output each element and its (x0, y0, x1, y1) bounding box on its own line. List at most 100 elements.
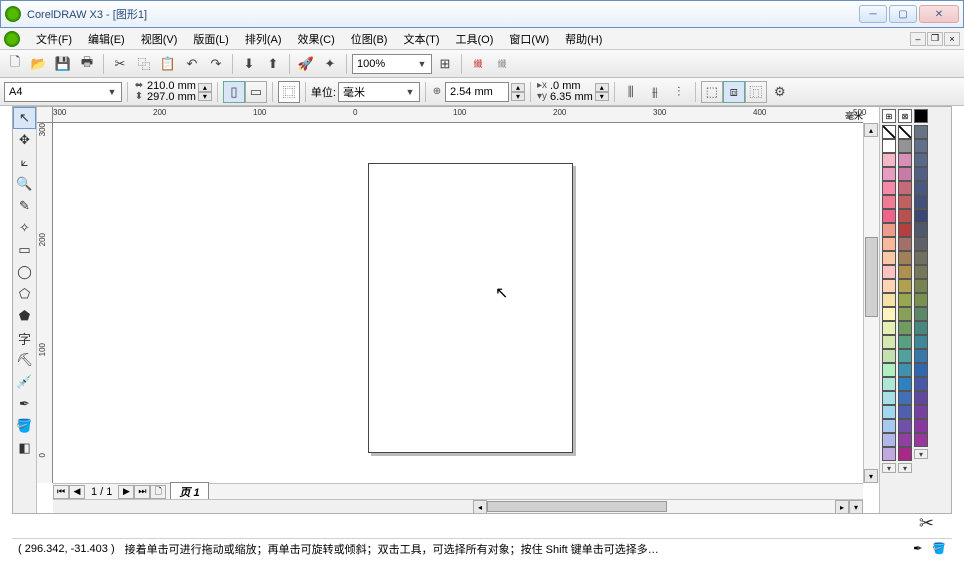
color-swatch[interactable] (898, 293, 912, 307)
color-swatch[interactable] (914, 391, 928, 405)
dup-x[interactable]: .0 mm (550, 81, 581, 91)
color-swatch[interactable] (882, 363, 896, 377)
palette-header-icon[interactable]: ⊠ (898, 109, 912, 123)
vertical-scrollbar[interactable]: ▴ ▾ (863, 123, 879, 483)
color-swatch[interactable] (898, 349, 912, 363)
color-swatch[interactable] (914, 307, 928, 321)
height-spinner-up[interactable]: ▴ (198, 83, 212, 92)
color-swatch[interactable] (882, 153, 896, 167)
fill-indicator-icon[interactable]: 🪣 (932, 542, 946, 555)
rectangle-tool[interactable]: ▭ (13, 239, 36, 261)
color-swatch[interactable] (898, 419, 912, 433)
basic-shapes-tool[interactable]: ⬟ (13, 305, 36, 327)
color-swatch[interactable] (882, 195, 896, 209)
eyedropper-tool[interactable]: 💉 (13, 371, 36, 393)
portrait-button[interactable]: ▯ (223, 81, 245, 103)
color-swatch[interactable] (898, 363, 912, 377)
color-swatch[interactable] (898, 181, 912, 195)
color-swatch[interactable] (898, 335, 912, 349)
color-swatch[interactable] (898, 223, 912, 237)
color-swatch[interactable] (914, 405, 928, 419)
color-swatch[interactable] (914, 237, 928, 251)
maximize-button[interactable]: ▢ (889, 5, 917, 23)
color-swatch[interactable] (882, 223, 896, 237)
page-width[interactable]: 210.0 mm (147, 81, 196, 91)
hscroll-prop[interactable]: ▾ (849, 500, 863, 513)
color-swatch[interactable] (882, 279, 896, 293)
color-swatch[interactable] (914, 279, 928, 293)
color-swatch[interactable] (882, 391, 896, 405)
dup-spinner-up[interactable]: ▴ (595, 83, 609, 92)
menu-tools[interactable]: 工具(O) (448, 28, 502, 50)
fill-tool[interactable]: 🪣 (13, 415, 36, 437)
horizontal-ruler[interactable]: 毫米 3002001000100200300400500 (53, 107, 863, 123)
color-swatch[interactable] (914, 209, 928, 223)
color-swatch[interactable] (898, 153, 912, 167)
hscroll-thumb[interactable] (487, 501, 667, 512)
hscroll-left[interactable]: ◂ (473, 500, 487, 513)
unit-combo[interactable]: 毫米 ▼ (338, 82, 420, 102)
color-swatch[interactable] (914, 293, 928, 307)
color-swatch[interactable] (882, 447, 896, 461)
crop-tool[interactable]: ⟀ (13, 151, 36, 173)
menu-window[interactable]: 窗口(W) (501, 28, 557, 50)
page-last[interactable]: ⏭ (134, 485, 150, 499)
pages-button[interactable]: ⿴ (278, 81, 300, 103)
interactive-fill-tool[interactable]: ◧ (13, 437, 36, 459)
doc-restore-button[interactable]: ❐ (927, 32, 943, 46)
color-swatch[interactable] (914, 349, 928, 363)
snap-button[interactable]: ⊞ (434, 53, 456, 75)
color-swatch[interactable] (882, 433, 896, 447)
vscroll-down[interactable]: ▾ (864, 469, 878, 483)
menu-effects[interactable]: 效果(C) (290, 28, 343, 50)
color-swatch[interactable] (898, 195, 912, 209)
color-swatch[interactable] (882, 307, 896, 321)
page-first[interactable]: ⏮ (53, 485, 69, 499)
menu-arrange[interactable]: 排列(A) (237, 28, 290, 50)
smart-tool[interactable]: ✧ (13, 217, 36, 239)
color-swatch[interactable] (882, 335, 896, 349)
treat-button-3[interactable]: ⿵ (745, 81, 767, 103)
new-button[interactable]: 🗋 (4, 53, 26, 75)
color-swatch[interactable] (898, 377, 912, 391)
color-swatch[interactable] (882, 293, 896, 307)
menu-layout[interactable]: 版面(L) (185, 28, 236, 50)
color-swatch[interactable] (898, 265, 912, 279)
color-swatch[interactable] (914, 125, 928, 139)
pick-tool[interactable]: ↖ (13, 107, 36, 129)
doc-close-button[interactable]: × (944, 32, 960, 46)
menu-bitmap[interactable]: 位图(B) (343, 28, 396, 50)
menu-file[interactable]: 文件(F) (28, 28, 80, 50)
color-swatch[interactable] (898, 237, 912, 251)
align-button-3[interactable]: ⫶ (668, 81, 690, 103)
ruler-corner[interactable] (37, 107, 53, 123)
canvas[interactable]: ↖ (53, 123, 863, 483)
no-color-swatch[interactable] (898, 125, 912, 139)
outline-tool[interactable]: ✒ (13, 393, 36, 415)
menu-text[interactable]: 文本(T) (395, 28, 447, 50)
app-icon[interactable] (4, 31, 20, 47)
export-button[interactable]: ⬆ (262, 53, 284, 75)
color-swatch[interactable] (898, 321, 912, 335)
color-swatch[interactable] (898, 167, 912, 181)
options-button[interactable]: ⚙ (769, 81, 791, 103)
hscroll-right[interactable]: ▸ (835, 500, 849, 513)
interactive-tool[interactable]: ⛏ (13, 349, 36, 371)
color-swatch[interactable] (882, 251, 896, 265)
menu-view[interactable]: 视图(V) (133, 28, 186, 50)
polygon-tool[interactable]: ⬠ (13, 283, 36, 305)
color-swatch[interactable] (882, 405, 896, 419)
drawing-page[interactable] (368, 163, 573, 453)
color-swatch[interactable] (914, 181, 928, 195)
nudge-field[interactable]: 2.54 mm (445, 82, 509, 102)
app-launcher-button[interactable]: 🚀 (295, 53, 317, 75)
vscroll-up[interactable]: ▴ (864, 123, 878, 137)
align-button-2[interactable]: ⫵ (644, 81, 666, 103)
color-swatch[interactable] (882, 237, 896, 251)
color-swatch[interactable] (914, 335, 928, 349)
color-swatch[interactable] (882, 209, 896, 223)
color-swatch[interactable] (882, 139, 896, 153)
save-button[interactable]: 💾 (52, 53, 74, 75)
color-swatch[interactable] (914, 377, 928, 391)
color-swatch[interactable] (898, 405, 912, 419)
